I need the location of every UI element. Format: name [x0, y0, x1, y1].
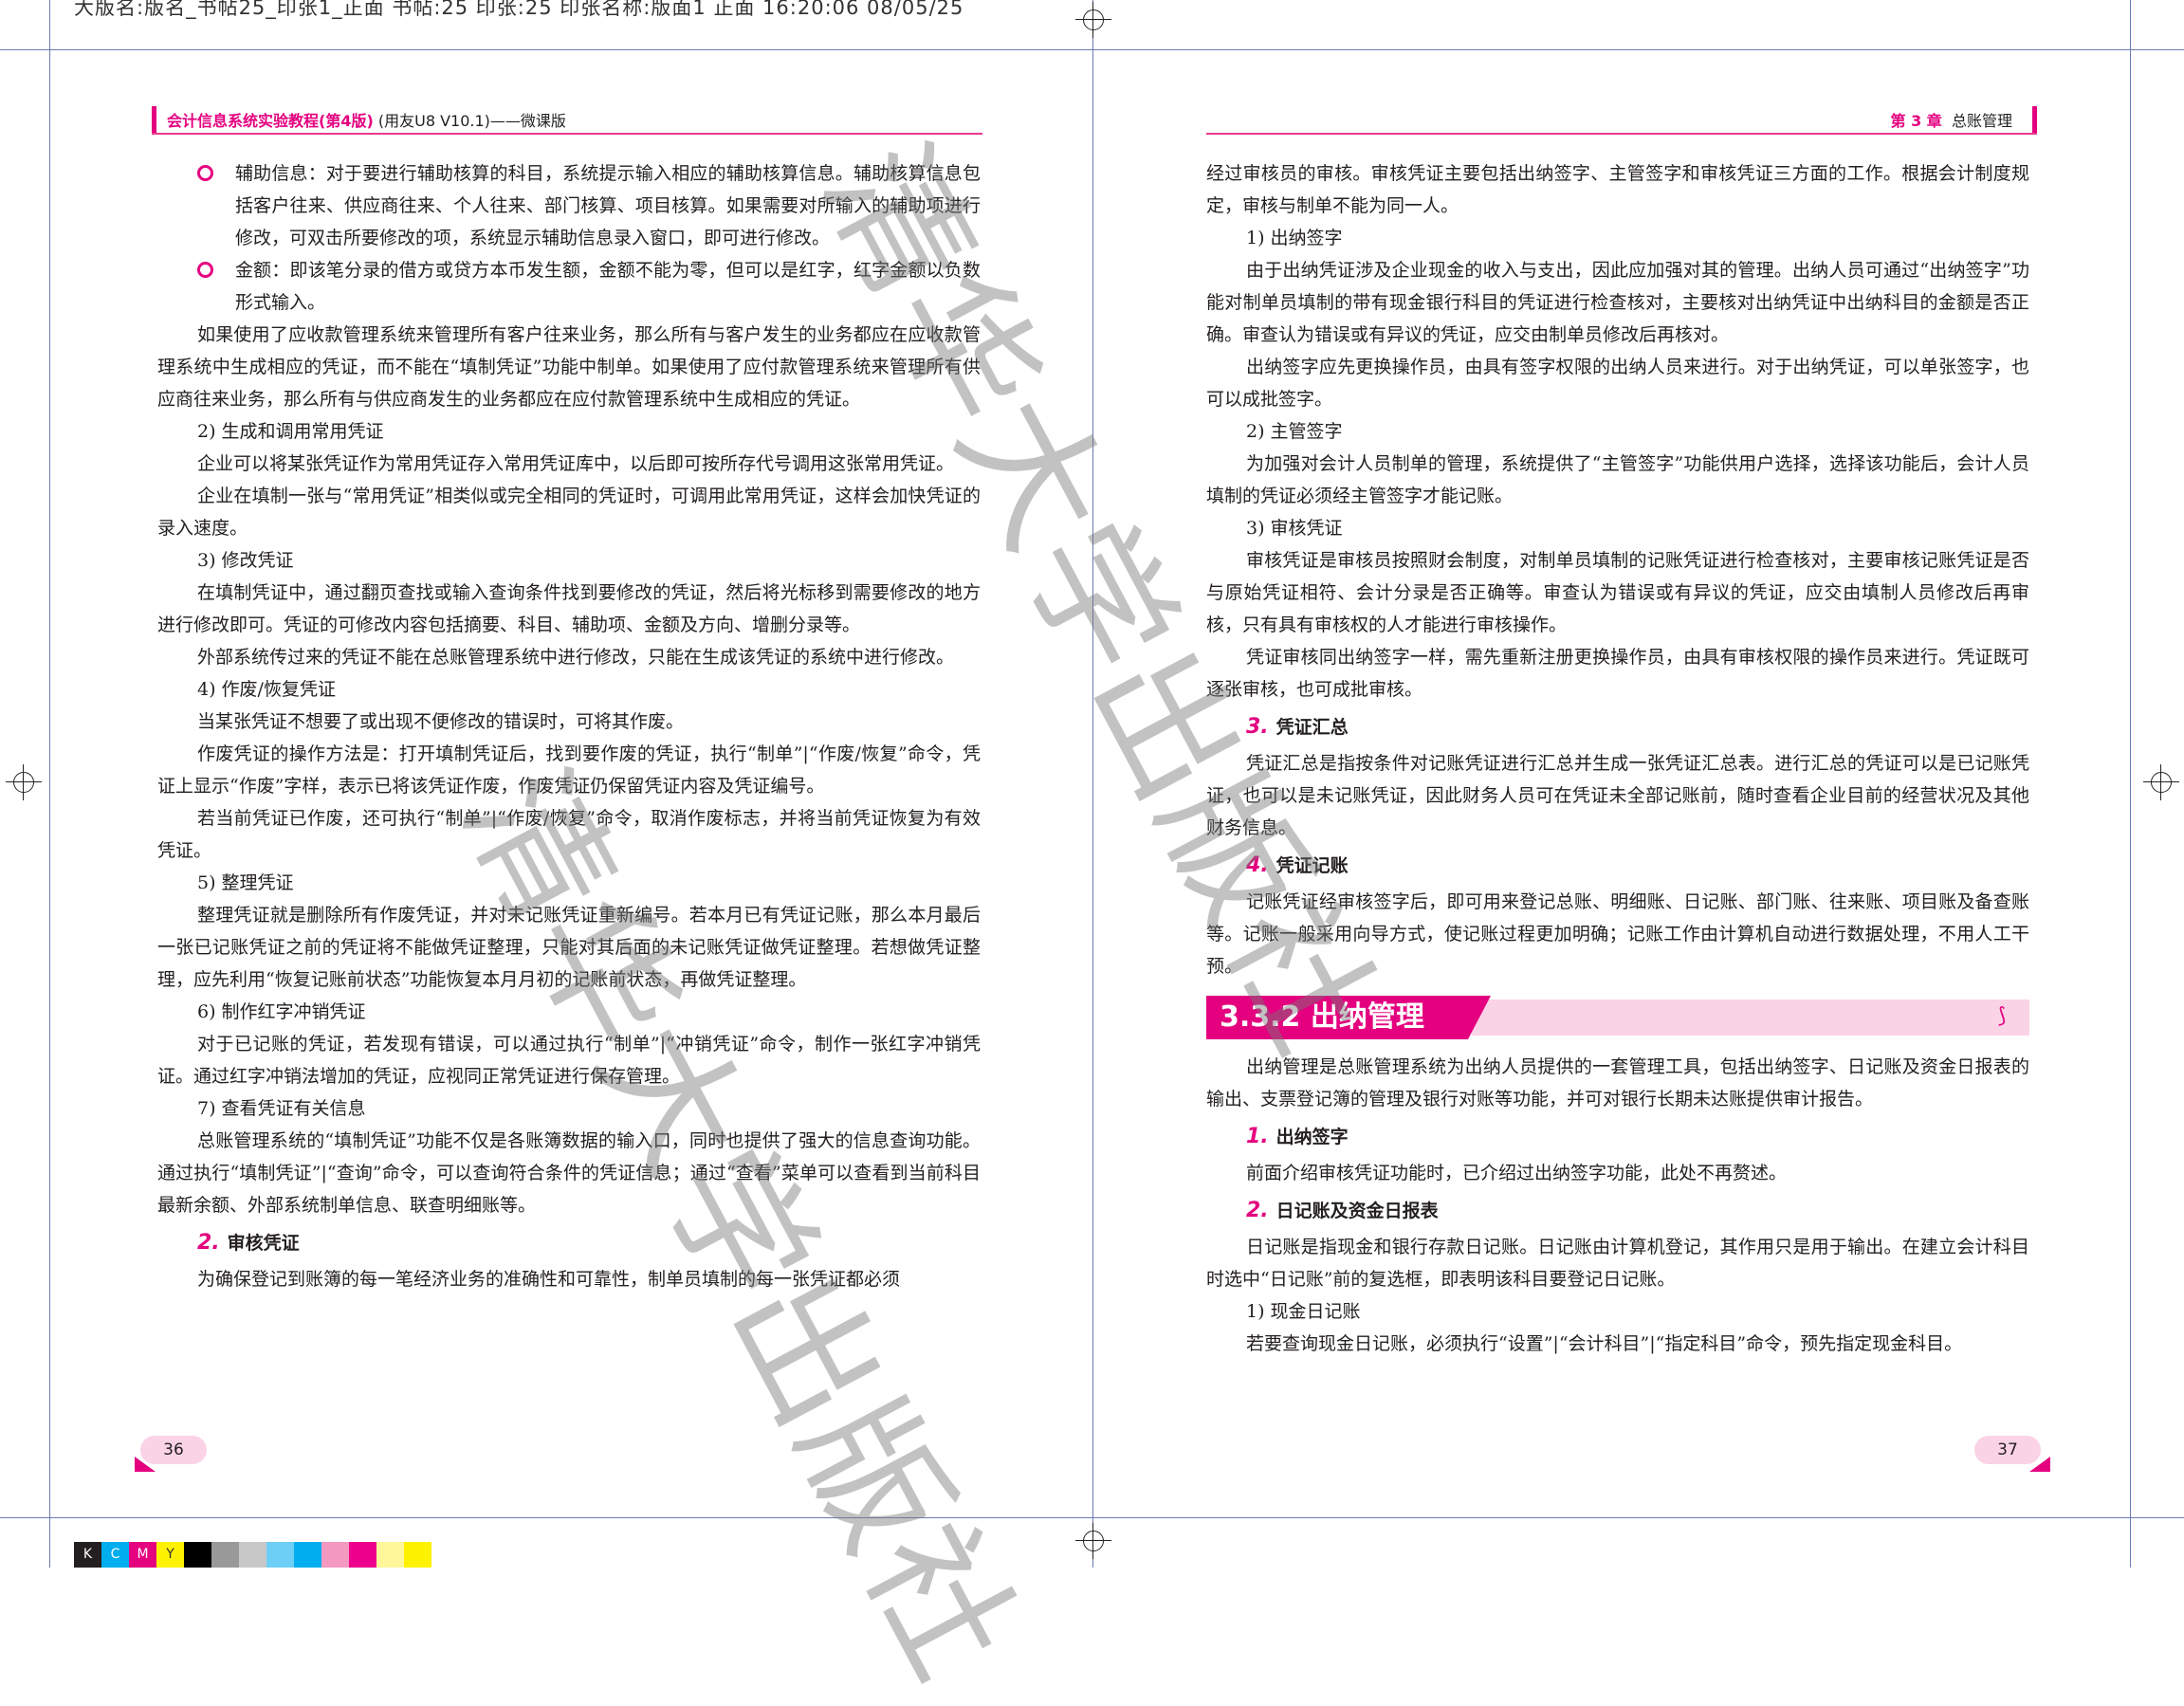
section-title: 3.3.2 出纳管理: [1220, 1000, 1424, 1034]
subheading: 3) 审核凭证: [1246, 518, 1343, 539]
bullet-circle-icon: [197, 262, 213, 278]
paragraph: 整理凭证就是删除所有作废凭证，并对未记账凭证重新编号。若本月已有凭证记账，那么本…: [157, 905, 981, 990]
chapter-label: 第 3 章: [1890, 112, 1942, 130]
bullet-item: 辅助信息：对于要进行辅助核算的科目，系统提示输入相应的辅助核算信息。辅助核算信息…: [157, 157, 981, 254]
left-body: 辅助信息：对于要进行辅助核算的科目，系统提示输入相应的辅助核算信息。辅助核算信息…: [157, 157, 981, 1295]
swatch: [184, 1542, 211, 1568]
paragraph: 日记账是指现金和银行存款日记账。日记账由计算机登记，其作用只是用于输出。在建立会…: [1206, 1237, 2029, 1290]
color-control-bar: K C M Y: [74, 1542, 431, 1568]
paragraph: 审核凭证是审核员按照财会制度，对制单员填制的记账凭证进行检查核对，主要审核记账凭…: [1206, 550, 2029, 635]
heading-voucher-posting: 4. 凭证记账: [1246, 853, 1349, 877]
paragraph: 若当前凭证已作废，还可执行“制单”|“作废/恢复”命令，取消作废标志，并将当前凭…: [157, 808, 981, 861]
left-running-header: 会计信息系统实验教程(第4版) (用友U8 V10.1)——微课版: [152, 106, 982, 135]
subheading: 6) 制作红字冲销凭证: [197, 1001, 366, 1022]
book-title: 会计信息系统实验教程: [167, 112, 320, 130]
heading-review-voucher: 2. 审核凭证: [197, 1231, 300, 1255]
paragraph: 如果使用了应收款管理系统来管理所有客户往来业务，那么所有与客户发生的业务都应在应…: [157, 324, 981, 410]
subheading: 2) 生成和调用常用凭证: [197, 421, 384, 442]
header-rule: [152, 133, 982, 135]
paragraph: 企业在填制一张与“常用凭证”相类似或完全相同的凭证时，可调用此常用凭证，这样会加…: [157, 486, 981, 539]
paragraph: 出纳签字应先更换操作员，由具有签字权限的出纳人员来进行。对于出纳凭证，可以单张签…: [1206, 357, 2029, 410]
paragraph: 凭证审核同出纳签字一样，需先重新注册更换操作员，由具有审核权限的操作员来进行。凭…: [1206, 647, 2029, 700]
right-body: 经过审核员的审核。审核凭证主要包括出纳签字、主管签字和审核凭证三方面的工作。根据…: [1206, 157, 2029, 1360]
heading-voucher-summary: 3. 凭证汇总: [1246, 715, 1349, 739]
swatch: [404, 1542, 431, 1568]
subheading: 1) 出纳签字: [1246, 228, 1343, 248]
right-running-header: 第 3 章 总账管理: [1206, 106, 2037, 135]
bullet-circle-icon: [197, 165, 213, 181]
paragraph: 作废凭证的操作方法是：打开填制凭证后，找到要作废的凭证，执行“制单”|“作废/恢…: [157, 743, 981, 797]
swatch: [349, 1542, 376, 1568]
swatch-c: C: [101, 1542, 129, 1568]
swatch: [376, 1542, 404, 1568]
paragraph: 当某张凭证不想要了或出现不便修改的错误时，可将其作废。: [197, 711, 685, 732]
header-rule: [1206, 133, 2037, 135]
page-corner-icon: [135, 1457, 156, 1472]
paragraph: 经过审核员的审核。审核凭证主要包括出纳签字、主管签字和审核凭证三方面的工作。根据…: [1206, 163, 2029, 216]
swatch: [266, 1542, 294, 1568]
paragraph: 为确保登记到账簿的每一笔经济业务的准确性和可靠性，制单员填制的每一张凭证都必须: [197, 1269, 901, 1290]
swatch: [211, 1542, 239, 1568]
paragraph: 凭证汇总是指按条件对记账凭证进行汇总并生成一张凭证汇总表。进行汇总的凭证可以是已…: [1206, 753, 2029, 838]
paragraph: 在填制凭证中，通过翻页查找或输入查询条件找到要修改的凭证，然后将光标移到需要修改…: [157, 582, 981, 635]
subheading: 1) 现金日记账: [1246, 1301, 1361, 1322]
book-edition: (第4版): [319, 112, 374, 130]
paragraph: 记账凭证经审核签字后，即可用来登记总账、明细账、日记账、部门账、往来账、项目账及…: [1206, 891, 2029, 977]
swatch: [321, 1542, 349, 1568]
paragraph: 企业可以将某张凭证作为常用凭证存入常用凭证库中，以后即可按所存代号调用这张常用凭…: [197, 453, 955, 474]
paragraph: 对于已记账的凭证，若发现有错误，可以通过执行“制单”|“冲销凭证”命令，制作一张…: [157, 1034, 981, 1087]
subheading: 4) 作废/恢复凭证: [197, 679, 336, 700]
bullet-item: 金额：即该笔分录的借方或贷方本币发生额，金额不能为零，但可以是红字，红字金额以负…: [157, 254, 981, 319]
subheading: 3) 修改凭证: [197, 550, 294, 571]
swatch: [239, 1542, 266, 1568]
paragraph: 总账管理系统的“填制凭证”功能不仅是各账簿数据的输入口，同时也提供了强大的信息查…: [157, 1130, 981, 1216]
paragraph: 出纳管理是总账管理系统为出纳人员提供的一套管理工具，包括出纳签字、日记账及资金日…: [1206, 1056, 2029, 1110]
paragraph: 由于出纳凭证涉及企业现金的收入与支出，因此应加强对其的管理。出纳人员可通过“出纳…: [1206, 260, 2029, 345]
subheading: 2) 主管签字: [1246, 421, 1343, 442]
heading-journal-report: 2. 日记账及资金日报表: [1246, 1199, 1439, 1222]
swatch-y: Y: [156, 1542, 184, 1568]
subheading: 7) 查看凭证有关信息: [197, 1098, 366, 1119]
left-page: 会计信息系统实验教程(第4版) (用友U8 V10.1)——微课版 辅助信息：对…: [0, 0, 1092, 1568]
section-banner: 3.3.2 出纳管理 ⟆: [1206, 996, 2029, 1039]
heading-cashier-sign: 1. 出纳签字: [1246, 1125, 1349, 1148]
swatch-m: M: [129, 1542, 156, 1568]
book-subtitle: (用友U8 V10.1)——微课版: [377, 112, 566, 130]
paragraph: 外部系统传过来的凭证不能在总账管理系统中进行修改，只能在生成该凭证的系统中进行修…: [197, 647, 955, 668]
page-corner-icon: [2029, 1457, 2050, 1472]
chapter-title: 总账管理: [1951, 112, 2012, 130]
subheading: 5) 整理凭证: [197, 872, 294, 893]
paragraph: 若要查询现金日记账，必须执行“设置”|“会计科目”|“指定科目”命令，预先指定现…: [1246, 1333, 1963, 1354]
paragraph: 前面介绍审核凭证功能时，已介绍过出纳签字功能，此处不再赘述。: [1246, 1163, 1788, 1183]
right-page: 第 3 章 总账管理 经过审核员的审核。审核凭证主要包括出纳签字、主管签字和审核…: [1092, 0, 2184, 1568]
swatch-k: K: [74, 1542, 101, 1568]
section-mark-icon: ⟆: [1997, 1004, 2007, 1028]
paragraph: 为加强对会计人员制单的管理，系统提供了“主管签字”功能供用户选择，选择该功能后，…: [1206, 453, 2029, 506]
swatch: [294, 1542, 321, 1568]
